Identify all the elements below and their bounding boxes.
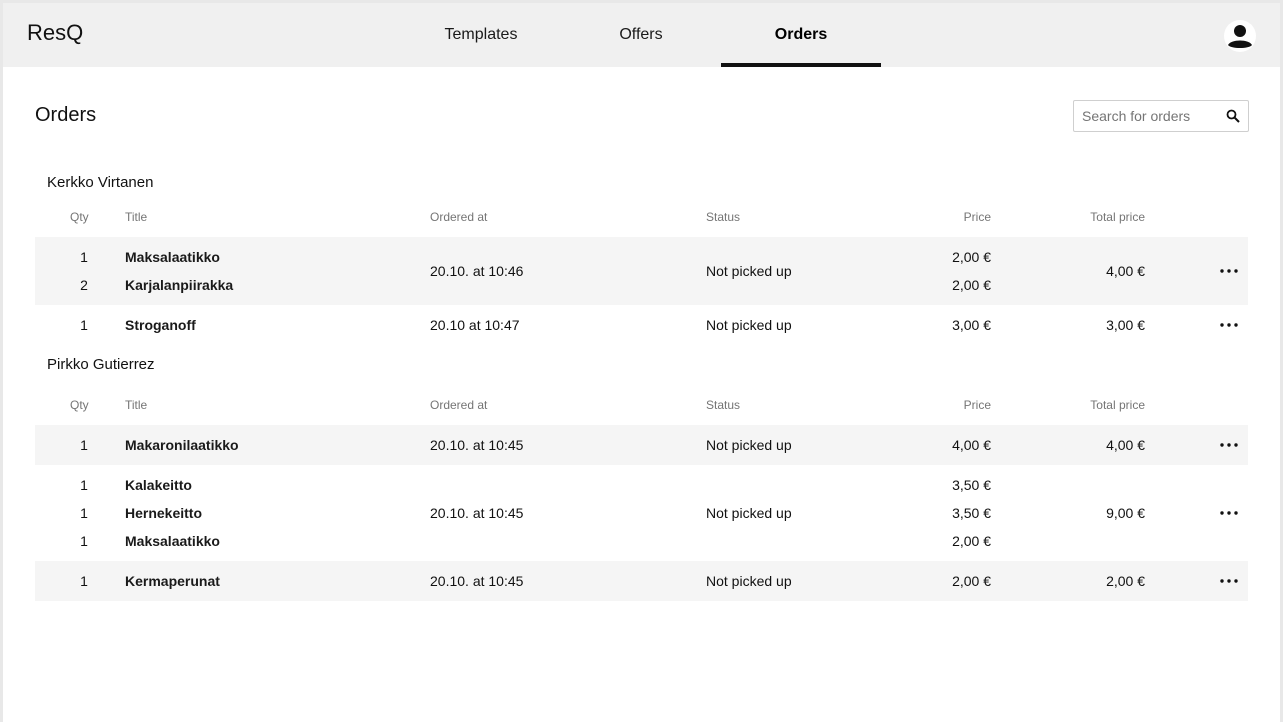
order-total: 4,00 € bbox=[1106, 263, 1145, 279]
order-time: 20.10. at 10:45 bbox=[430, 505, 524, 521]
order-status: Not picked up bbox=[706, 263, 792, 279]
order-total: 9,00 € bbox=[1106, 505, 1145, 521]
item-price: 3,00 € bbox=[952, 317, 991, 333]
order-total: 4,00 € bbox=[1106, 437, 1145, 453]
item-title: Kalakeitto bbox=[125, 477, 192, 493]
item-qty: 1 bbox=[80, 437, 88, 453]
item-qty: 1 bbox=[80, 317, 88, 333]
page-title: Orders bbox=[35, 104, 97, 126]
more-options-icon[interactable] bbox=[1217, 317, 1241, 333]
top-navigation-bar: ResQ Templates Offers Orders bbox=[3, 3, 1280, 67]
order-status: Not picked up bbox=[706, 317, 792, 333]
column-header-status: Status bbox=[706, 398, 741, 412]
item-title: Karjalanpiirakka bbox=[125, 277, 234, 293]
tab-templates[interactable]: Templates bbox=[401, 3, 561, 67]
item-price: 2,00 € bbox=[952, 573, 991, 589]
order-status: Not picked up bbox=[706, 505, 792, 521]
item-title: Stroganoff bbox=[125, 317, 196, 333]
more-options-icon[interactable] bbox=[1217, 505, 1241, 521]
item-qty: 1 bbox=[80, 533, 88, 549]
item-qty: 2 bbox=[80, 277, 88, 293]
item-price: 2,00 € bbox=[952, 277, 991, 293]
more-options-icon[interactable] bbox=[1217, 437, 1241, 453]
order-total: 2,00 € bbox=[1106, 573, 1145, 589]
column-header-total-price: Total price bbox=[1090, 210, 1145, 224]
column-header-price: Price bbox=[963, 210, 991, 224]
item-qty: 1 bbox=[80, 505, 88, 521]
brand-logo[interactable]: ResQ bbox=[27, 20, 83, 46]
column-header-qty: Qty bbox=[70, 210, 89, 224]
item-qty: 1 bbox=[80, 477, 88, 493]
column-header-ordered-at: Ordered at bbox=[430, 398, 488, 412]
item-title: Makaronilaatikko bbox=[125, 437, 239, 453]
item-title: Kermaperunat bbox=[125, 573, 220, 589]
order-time: 20.10. at 10:45 bbox=[430, 573, 524, 589]
item-qty: 1 bbox=[80, 573, 88, 589]
order-status: Not picked up bbox=[706, 437, 792, 453]
item-title: Hernekeitto bbox=[125, 505, 203, 521]
item-price: 3,50 € bbox=[952, 477, 991, 493]
column-header-title: Title bbox=[125, 398, 148, 412]
item-price: 2,00 € bbox=[952, 249, 991, 265]
order-time: 20.10. at 10:46 bbox=[430, 263, 524, 279]
customer-name: Kerkko Virtanen bbox=[47, 174, 154, 191]
item-title: Maksalaatikko bbox=[125, 533, 220, 549]
item-price: 3,50 € bbox=[952, 505, 991, 521]
item-price: 4,00 € bbox=[952, 437, 991, 453]
order-time: 20.10 at 10:47 bbox=[430, 317, 520, 333]
search-box bbox=[1073, 100, 1249, 132]
column-header-ordered-at: Ordered at bbox=[430, 210, 488, 224]
customer-name: Pirkko Gutierrez bbox=[47, 356, 155, 373]
item-price: 2,00 € bbox=[952, 533, 991, 549]
column-header-price: Price bbox=[963, 398, 991, 412]
item-title: Maksalaatikko bbox=[125, 249, 220, 265]
more-options-icon[interactable] bbox=[1217, 263, 1241, 279]
search-icon[interactable] bbox=[1226, 109, 1240, 123]
column-header-title: Title bbox=[125, 210, 148, 224]
order-total: 3,00 € bbox=[1106, 317, 1145, 333]
column-header-total-price: Total price bbox=[1090, 398, 1145, 412]
order-status: Not picked up bbox=[706, 573, 792, 589]
tab-orders[interactable]: Orders bbox=[721, 3, 881, 67]
more-options-icon[interactable] bbox=[1217, 573, 1241, 589]
user-avatar-icon[interactable] bbox=[1224, 20, 1256, 52]
app-window: ResQ Templates Offers Orders Orders Kerk… bbox=[3, 3, 1280, 722]
item-qty: 1 bbox=[80, 249, 88, 265]
tab-offers[interactable]: Offers bbox=[561, 3, 721, 67]
order-time: 20.10. at 10:45 bbox=[430, 437, 524, 453]
column-header-status: Status bbox=[706, 210, 741, 224]
search-input[interactable] bbox=[1074, 101, 1220, 131]
column-header-qty: Qty bbox=[70, 398, 89, 412]
